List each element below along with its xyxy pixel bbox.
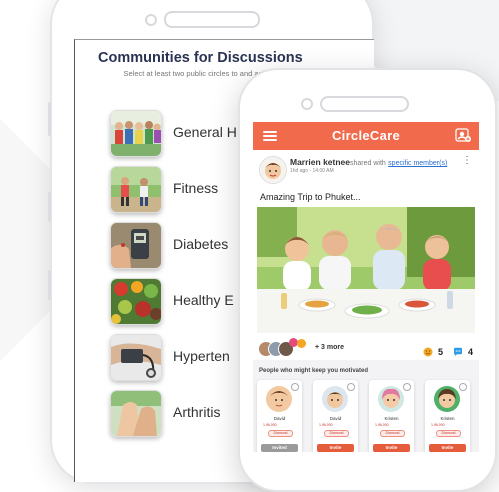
select-radio[interactable] [291, 383, 299, 391]
avatar [378, 386, 404, 412]
person-stats: 1,96,000 [263, 423, 277, 427]
post-header: Marrien ketneeshared with specific membe… [290, 157, 447, 167]
status-badge: Diamond [380, 430, 405, 437]
shared-with-text: shared with [350, 160, 386, 167]
smile-count-value: 5 [437, 346, 443, 357]
status-badge: Diamond [436, 430, 461, 437]
post-timestamp: 1hd ago - 14:00 AM [290, 168, 334, 174]
page-title: Communities for Discussions [98, 50, 303, 66]
avatar [266, 386, 292, 412]
more-options-icon[interactable]: ⋮ [462, 156, 472, 166]
post-card: Marrien ketneeshared with specific membe… [253, 150, 479, 360]
community-label: Hyperten [173, 348, 230, 364]
person-stats: 1,96,000 [319, 423, 333, 427]
community-label: Fitness [173, 180, 219, 196]
select-radio[interactable] [347, 383, 355, 391]
invite-button[interactable]: Invite [317, 444, 354, 452]
person-card[interactable]: David 1,96,000 Diamond Invite [313, 380, 358, 452]
phone-side-button [48, 192, 51, 222]
select-radio[interactable] [459, 383, 467, 391]
post-photo[interactable] [257, 207, 475, 333]
section-title: People who might keep you motivated [259, 368, 369, 374]
person-stats: 1,96,000 [375, 423, 389, 427]
smile-reaction-icon [297, 339, 306, 348]
person-name: Kristen [440, 416, 455, 421]
person-name: David [329, 416, 342, 421]
phone-side-button [48, 270, 51, 300]
hypertension-thumbnail [110, 334, 162, 381]
phone-camera [145, 14, 157, 26]
front-phone-frame: CircleCare Marrien ketneeshared with spe… [238, 68, 497, 492]
suggested-people-section: People who might keep you motivated Davi… [253, 365, 479, 452]
profile-notifications-icon[interactable] [455, 127, 471, 143]
healthy-eating-thumbnail [110, 278, 162, 325]
app-logo: CircleCare [331, 128, 401, 143]
invited-button[interactable]: Invited [261, 444, 298, 452]
community-label: Arthritis [173, 404, 221, 420]
phone-camera [301, 98, 313, 110]
comment-icon [453, 347, 462, 356]
status-badge: Diamond [268, 430, 293, 437]
community-label: Diabetes [173, 236, 229, 252]
shared-with-link[interactable]: specific member(s) [388, 160, 447, 167]
phone-side-button [48, 102, 51, 136]
more-reactions-link[interactable]: + 3 more [315, 344, 344, 351]
diabetes-thumbnail [110, 222, 162, 269]
person-card[interactable]: Kristen 1,96,000 Diamond Invite [369, 380, 414, 452]
person-name: Kristen [384, 416, 399, 421]
person-stats: 1,96,000 [431, 423, 445, 427]
avatar [322, 386, 348, 412]
comment-count-value: 4 [467, 346, 473, 357]
invite-button[interactable]: Invite [373, 444, 410, 452]
status-badge: Diamond [324, 430, 349, 437]
avatar [434, 386, 460, 412]
fitness-thumbnail [110, 166, 162, 213]
select-radio[interactable] [403, 383, 411, 391]
arthritis-thumbnail [110, 390, 162, 437]
invite-button[interactable]: Invite [429, 444, 466, 452]
smile-count[interactable]: 5 [423, 343, 443, 361]
phone-speaker [164, 11, 260, 28]
comment-count[interactable]: 4 [453, 343, 473, 361]
community-label: Healthy E [173, 292, 234, 308]
feed-screen: CircleCare Marrien ketneeshared with spe… [253, 122, 479, 452]
person-card[interactable]: Kristen 1,96,000 Diamond Invite [425, 380, 470, 452]
phone-speaker [320, 96, 409, 112]
post-author[interactable]: Marrien ketnee [290, 157, 350, 167]
app-bar: CircleCare [253, 122, 479, 150]
general-health-thumbnail [110, 110, 162, 157]
community-label: General H [173, 124, 237, 140]
person-card[interactable]: David 1,96,000 Diamond Invited [257, 380, 302, 452]
post-title: Amazing Trip to Phuket... [260, 192, 361, 202]
person-name: David [273, 416, 286, 421]
avatar[interactable] [259, 156, 287, 184]
smile-icon [423, 347, 433, 357]
